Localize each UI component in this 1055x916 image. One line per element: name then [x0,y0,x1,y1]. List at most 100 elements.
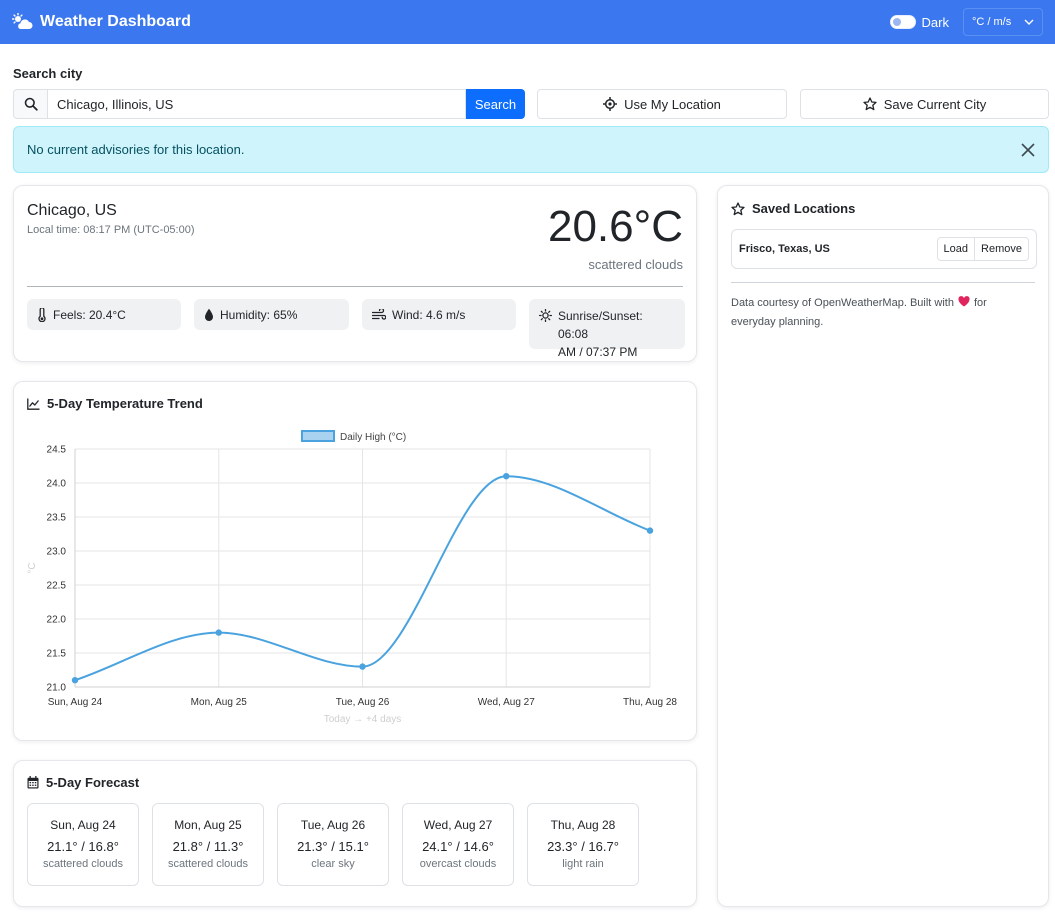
forecast-day: Mon, Aug 25 [174,818,242,832]
saved-title: Saved Locations [731,201,855,216]
forecast-temps: 21.1° / 16.8° [47,839,119,854]
humidity-text: Humidity: 65% [220,307,298,322]
city-name: Chicago, US [27,202,117,219]
units-select[interactable]: °C / m/s [963,8,1043,36]
forecast-title: 5-Day Forecast [27,775,139,790]
y-tick-label: 23.0 [47,547,67,558]
forecast-temps: 21.3° / 15.1° [297,839,369,854]
forecast-temps: 23.3° / 16.7° [547,839,619,854]
legend-label: Daily High (°C) [340,432,406,443]
x-tick-label: Wed, Aug 27 [478,697,536,708]
data-point [646,527,654,534]
calendar-icon [27,776,39,789]
forecast-day: Thu, Aug 28 [550,818,616,832]
feels-like-text: Feels: 20.4°C [53,307,126,322]
remove-button[interactable]: Remove [975,237,1029,261]
forecast-title-text: 5-Day Forecast [46,775,140,790]
weather-description: scattered clouds [588,257,683,272]
search-button[interactable]: Search [466,89,525,119]
y-tick-label: 23.5 [47,513,67,524]
y-tick-label: 21.5 [47,649,67,660]
forecast-desc: scattered clouds [42,858,124,870]
dark-mode-label: Dark [921,14,949,30]
temperature-trend-card: 5-Day Temperature Trend 24.5 24.0 23.5 23.0… [13,381,697,741]
forecast-day: Sun, Aug 24 [50,818,116,832]
forecast-day: Wed, Aug 27 [423,818,493,832]
divider [27,286,683,287]
dark-mode-toggle[interactable] [889,15,916,29]
feels-like-pill: Feels: 20.4°C [27,299,181,330]
humidity-pill: Humidity: 65% [194,299,349,330]
chevron-down-icon [1024,19,1034,25]
y-tick-label: 22.5 [47,581,67,592]
forecast-desc: scattered clouds [167,858,249,870]
forecast-day-tile: Wed, Aug 27 24.1° / 14.6° overcast cloud… [402,803,514,886]
use-location-button[interactable]: Use My Location [537,89,787,119]
y-tick-label: 22.0 [47,615,67,626]
star-icon [863,97,877,111]
x-tick-label: Mon, Aug 25 [191,697,248,708]
saved-title-text: Saved Locations [752,201,856,216]
local-time: Local time: 08:17 PM (UTC-05:00) [27,224,195,236]
save-city-label: Save Current City [883,96,987,112]
sun-times: Sunrise/Sunset: 06:08 AM / 07:37 PM [558,307,675,361]
wind-text: Wind: 4.6 m/s [392,307,466,322]
x-axis-title: Today → +4 days [324,714,402,725]
saved-location-name: Frisco, Texas, US [739,243,830,255]
units-selected-value: °C / m/s [972,16,1012,28]
current-temperature: 20.6°C [547,202,683,251]
divider [731,282,1035,283]
forecast-desc: clear sky [311,858,355,870]
sun-pill: Sunrise/Sunset: 06:08 AM / 07:37 PM [529,299,685,359]
data-point [71,677,79,684]
y-tick-label: 24.5 [47,445,67,456]
star-icon [731,201,745,216]
sun-times-line1: Sunrise/Sunset: 06:08 [558,309,643,341]
data-point [503,473,510,480]
temperature-chart: 24.5 24.0 23.5 23.0 22.5 22.0 21.5 21.0 Sun, Aug… [27,430,677,725]
close-icon[interactable] [1021,142,1035,157]
forecast-day-tile: Mon, Aug 25 21.8° / 11.3° scattered clou… [152,803,264,886]
forecast-card: 5-Day Forecast Sun, Aug 24 21.1° / 16.8°… [13,760,697,907]
brand[interactable]: Weather Dashboard [12,13,191,31]
x-tick-label: Sun, Aug 24 [48,697,103,708]
search-group: Search [13,89,525,119]
forecast-day: Tue, Aug 26 [300,818,366,832]
current-weather-card: Chicago, US Local time: 08:17 PM (UTC-05… [13,185,697,362]
wind-pill: Wind: 4.6 m/s [362,299,516,330]
sun-icon [539,309,552,322]
app-title: Weather Dashboard [40,13,191,30]
advisory-alert: No current advisories for this location. [13,126,1049,173]
save-city-button[interactable]: Save Current City [800,89,1049,119]
y-axis-title: °C [27,562,38,573]
cloud-sun-icon [12,13,34,31]
forecast-temps: 24.1° / 14.6° [422,839,494,854]
saved-actions: Load Remove [936,237,1029,261]
crosshair-icon [603,97,618,111]
forecast-day-tile: Sun, Aug 24 21.1° / 16.8° scattered clou… [27,803,139,886]
advisory-text: No current advisories for this location. [27,142,245,157]
saved-location-item: Frisco, Texas, US Load Remove [731,229,1037,269]
search-icon [13,89,47,119]
forecast-desc: light rain [562,858,604,870]
toggle-knob [892,18,901,26]
credit-before: Data courtesy of OpenWeatherMap. Built w… [731,297,954,309]
thermometer-icon [37,307,47,322]
load-button[interactable]: Load [936,237,976,261]
forecast-temps: 21.8° / 11.3° [172,839,244,854]
sun-times-line2: AM / 07:37 PM [558,345,638,359]
x-tick-label: Tue, Aug 26 [336,697,390,708]
search-input[interactable] [47,89,466,119]
search-label: Search city [13,66,83,81]
y-tick-label: 21.0 [47,683,67,694]
y-tick-label: 24.0 [47,479,67,490]
forecast-day-tile: Tue, Aug 26 21.3° / 15.1° clear sky [277,803,389,886]
legend-swatch [301,430,335,442]
wind-icon [372,308,386,321]
heart-icon [958,295,970,313]
x-tick-label: Thu, Aug 28 [623,697,677,708]
navbar: Weather Dashboard Dark °C / m/s [0,0,1055,44]
data-point [215,629,222,636]
credit-text: Data courtesy of OpenWeatherMap. Built w… [731,294,1021,331]
droplet-icon [204,308,214,322]
